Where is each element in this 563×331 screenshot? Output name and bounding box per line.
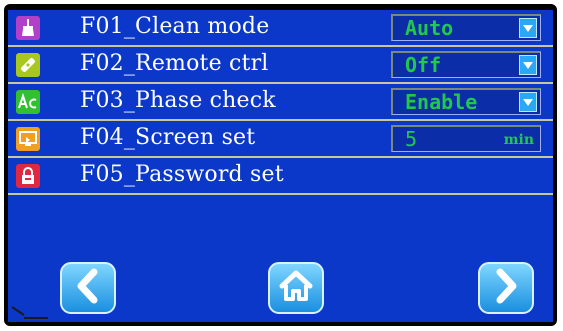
remote-ctrl-select[interactable]: Off [391,51,541,78]
settings-screen: F01_Clean mode Auto F02_Remote ctrl Off … [8,10,553,322]
menu-row-password-set[interactable]: F05_Password set [8,158,553,195]
menu-row-phase-check[interactable]: F03_Phase check Enable [8,84,553,121]
previous-page-button[interactable] [60,262,116,314]
menu-row-remote-ctrl[interactable]: F02_Remote ctrl Off [8,47,553,84]
menu-row-screen-set[interactable]: F04_Screen set 5 min [8,121,553,158]
menu-row-clean-mode[interactable]: F01_Clean mode Auto [8,10,553,47]
menu-row-label: F04_Screen set [80,125,256,150]
screen-icon [16,127,40,151]
input-value: 5 [405,127,418,151]
menu-row-label: F02_Remote ctrl [80,51,269,76]
home-icon [277,268,315,308]
remote-icon [16,53,40,77]
phase-check-icon [16,90,40,114]
dropdown-arrow-icon[interactable] [519,92,537,112]
chevron-right-icon [491,268,521,308]
unit-label: min [503,132,534,148]
screen-timeout-input[interactable]: 5 min [391,125,541,152]
cursor-marker [10,305,50,319]
select-value: Auto [405,16,454,40]
select-value: Off [405,53,442,77]
menu-row-label: F03_Phase check [80,88,276,113]
next-page-button[interactable] [478,262,534,314]
home-button[interactable] [268,262,324,314]
broom-icon [16,16,40,40]
chevron-left-icon [73,268,103,308]
menu-row-label: F05_Password set [80,162,284,187]
lock-icon [16,164,40,188]
phase-check-select[interactable]: Enable [391,88,541,115]
select-value: Enable [405,90,478,114]
clean-mode-select[interactable]: Auto [391,14,541,41]
dropdown-arrow-icon[interactable] [519,55,537,75]
menu-row-label: F01_Clean mode [80,14,270,39]
dropdown-arrow-icon[interactable] [519,18,537,38]
